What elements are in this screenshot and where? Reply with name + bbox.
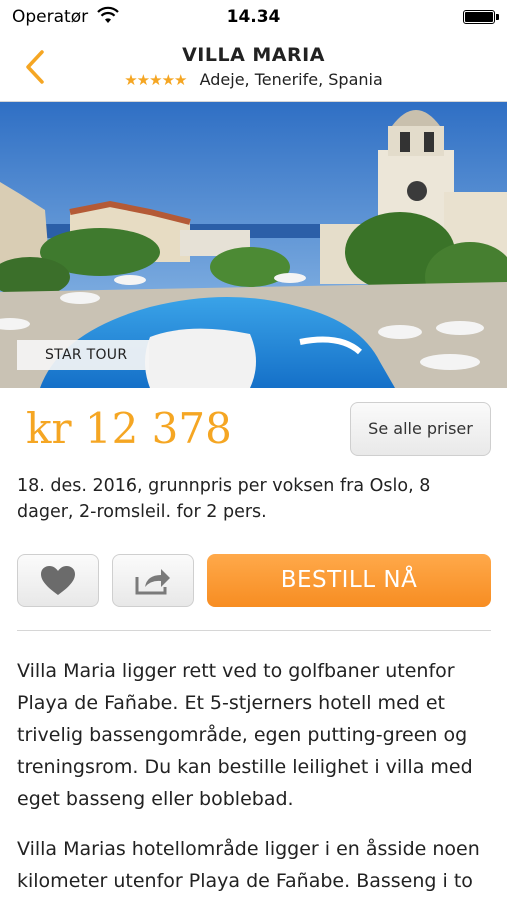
description-paragraph-1: Villa Maria ligger rett ved to golfbaner… [17,660,473,810]
book-now-button[interactable]: BESTILL NÅ [207,554,491,607]
hotel-subtitle: ★★★★★ Adeje, Tenerife, Spania [0,70,507,89]
price-label: kr 12 378 [26,404,232,453]
hotel-description: Villa Maria ligger rett ved to golfbaner… [17,655,491,915]
share-button[interactable] [112,554,194,607]
clock: 14.34 [226,7,281,27]
see-all-prices-button[interactable]: Se alle priser [350,402,491,456]
price-description: 18. des. 2016, grunnpris per voksen fra … [17,476,431,522]
favorite-button[interactable] [17,554,99,607]
rating-stars: ★★★★★ [124,71,187,89]
hotel-photo[interactable]: STAR TOUR [0,102,507,388]
hotel-location: Adeje, Tenerife, Spania [199,70,383,89]
heart-icon [41,565,75,595]
share-icon [135,568,170,594]
divider [17,630,491,631]
battery-icon [463,10,499,24]
hotel-title: VILLA MARIA [182,44,325,66]
description-paragraph-2: Villa Marias hotellområde ligger i en ås… [17,838,480,892]
nav-bar: VILLA MARIA ★★★★★ Adeje, Tenerife, Spani… [0,36,507,102]
status-bar: Operatør 14.34 [0,0,507,36]
operator-tag: STAR TOUR [17,340,149,370]
